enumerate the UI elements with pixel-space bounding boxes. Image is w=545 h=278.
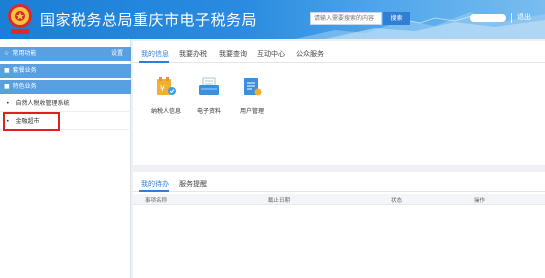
highlight-box <box>3 112 60 131</box>
column-header-action: 操作 <box>474 198 486 204</box>
star-icon: ☆ <box>4 50 10 57</box>
folder-icon: ■ <box>4 83 10 90</box>
active-tab-indicator <box>139 190 169 192</box>
tab-do-tax[interactable]: 我要办税 <box>179 49 207 59</box>
active-tab-indicator <box>139 61 169 63</box>
sidebar-package-business[interactable]: ■ 套餐业务 <box>0 64 131 78</box>
search-input[interactable] <box>310 12 382 25</box>
sidebar-common-functions[interactable]: ☆ 常用功能 设置 <box>0 47 131 61</box>
top-header: 国家税务总局重庆市电子税务局 搜索 退出 <box>0 0 545 39</box>
bottom-tab-bar: 我的待办 服务提醒 <box>133 172 545 192</box>
sidebar-item-label: 自然人税收管理系统 <box>15 100 70 107</box>
todo-panel: 我的待办 服务提醒 事项名称 截止日期 状态 操作 <box>133 172 545 278</box>
tab-my-todo[interactable]: 我的待办 <box>141 179 169 189</box>
sidebar-heading-label: 套餐业务 <box>12 67 37 74</box>
tab-service-reminder[interactable]: 服务提醒 <box>179 179 207 189</box>
taxpayer-info-icon: ¥ <box>157 77 176 95</box>
sidebar-heading-label: 特色业务 <box>12 83 37 90</box>
tab-query[interactable]: 我要查询 <box>219 49 247 59</box>
tab-interaction[interactable]: 互动中心 <box>257 49 285 59</box>
tax-emblem-icon <box>8 4 32 34</box>
site-title: 国家税务总局重庆市电子税务局 <box>40 11 258 29</box>
search-button[interactable]: 搜索 <box>383 12 410 25</box>
column-header-status: 状态 <box>391 198 403 204</box>
sidebar-item-natural-person-tax[interactable]: • 自然人税收管理系统 <box>0 96 131 112</box>
user-name-masked <box>470 14 506 22</box>
tab-my-info[interactable]: 我的信息 <box>141 49 169 59</box>
sidebar-special-business[interactable]: ■ 特色业务 <box>0 80 131 94</box>
header-divider <box>511 13 512 23</box>
settings-link[interactable]: 设置 <box>111 47 123 61</box>
top-tab-bar: 我的信息 我要办税 我要查询 互动中心 公众服务 <box>133 41 545 63</box>
logout-link[interactable]: 退出 <box>517 12 531 22</box>
sidebar: ☆ 常用功能 设置 ■ 套餐业务 ■ 特色业务 • 自然人税收管理系统 • 金融… <box>0 39 131 278</box>
my-info-panel: 我的信息 我要办税 我要查询 互动中心 公众服务 ¥ 纳税人信息 电子资料 用户… <box>133 41 545 165</box>
table-header: 事项名称 截止日期 状态 操作 <box>133 194 545 205</box>
column-header-item-name: 事项名称 <box>145 198 168 204</box>
folder-icon: ■ <box>4 67 10 74</box>
sidebar-heading-label: 常用功能 <box>12 50 37 57</box>
e-documents-icon <box>199 77 219 95</box>
svg-text:¥: ¥ <box>160 84 165 93</box>
user-management-icon <box>244 78 262 96</box>
tab-public-service[interactable]: 公众服务 <box>296 49 324 59</box>
column-header-deadline: 截止日期 <box>268 198 291 204</box>
bullet-icon: • <box>6 100 10 107</box>
app-user-management[interactable]: 用户管理 <box>227 77 277 115</box>
app-label: 用户管理 <box>239 108 264 115</box>
